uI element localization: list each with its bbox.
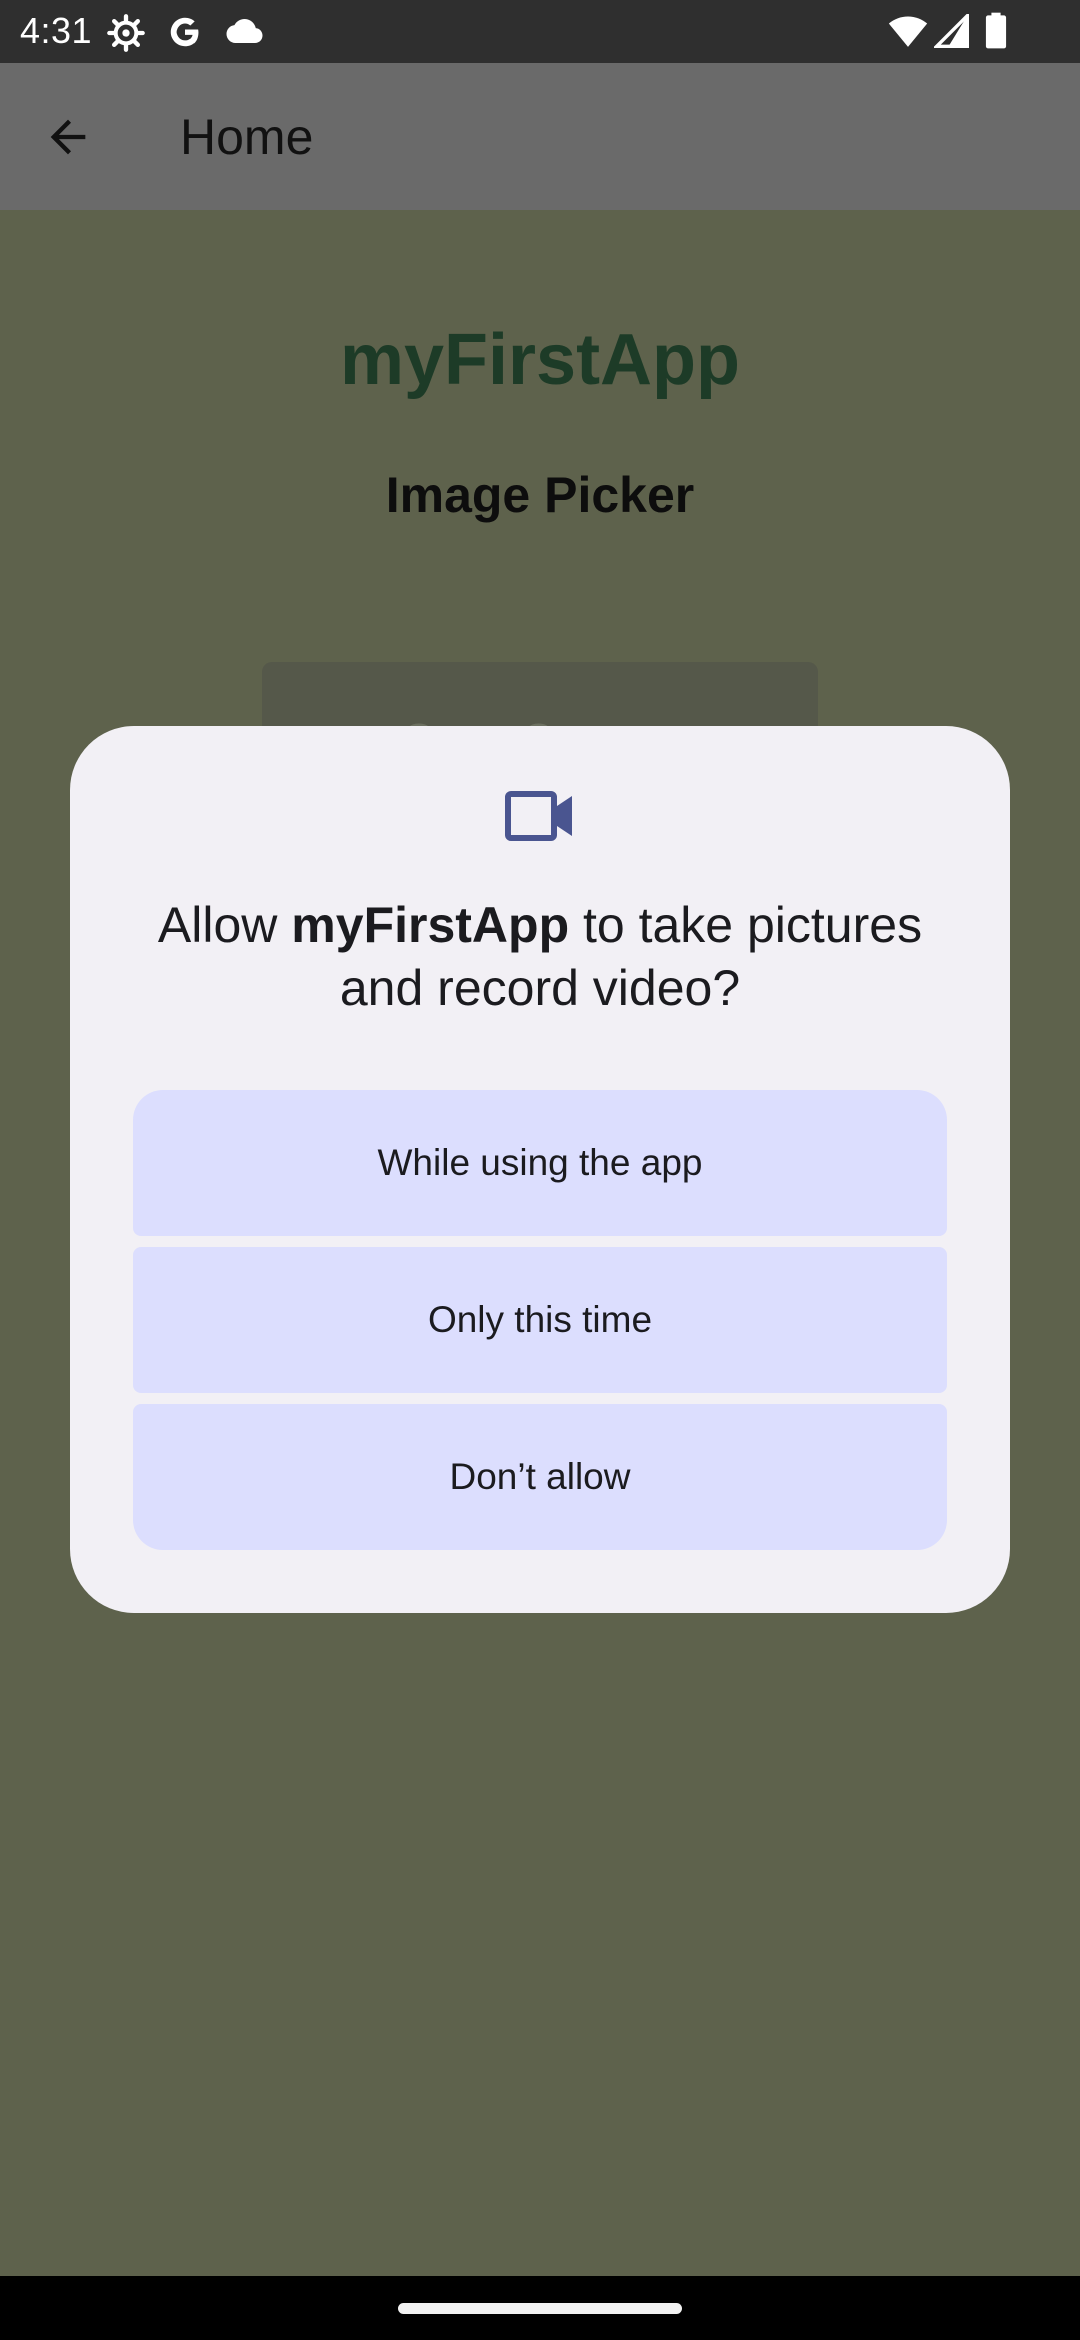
status-bar: 4:31	[0, 0, 1080, 63]
dialog-title-prefix: Allow	[157, 897, 292, 953]
app-bar: Home	[0, 63, 1080, 210]
google-g-icon	[166, 13, 204, 56]
wifi-icon	[888, 14, 928, 53]
navigation-bar	[0, 2276, 1080, 2340]
dialog-title-app-name: myFirstApp	[291, 897, 570, 953]
cellular-signal-icon	[932, 11, 970, 53]
dont-allow-button[interactable]: Don’t allow	[133, 1404, 947, 1550]
settings-gear-icon	[106, 13, 146, 58]
home-gesture-handle[interactable]	[398, 2303, 682, 2314]
permission-dialog-title: Allow myFirstApp to take pictures and re…	[110, 894, 970, 1020]
status-time: 4:31	[20, 10, 93, 51]
arrow-back-icon[interactable]	[42, 111, 94, 163]
image-picker-title: Image Picker	[385, 467, 695, 523]
app-bar-title: Home	[180, 109, 314, 165]
videocam-icon	[504, 786, 576, 846]
permission-dialog: Allow myFirstApp to take pictures and re…	[70, 726, 1010, 1613]
only-this-time-button[interactable]: Only this time	[133, 1247, 947, 1393]
screen: 4:31 Home myFirstApp Image Picker Allow …	[0, 0, 1080, 2340]
app-name-heading: myFirstApp	[339, 320, 741, 400]
while-using-the-app-button[interactable]: While using the app	[133, 1090, 947, 1236]
battery-icon	[985, 12, 1007, 55]
cloud-icon	[222, 16, 264, 51]
